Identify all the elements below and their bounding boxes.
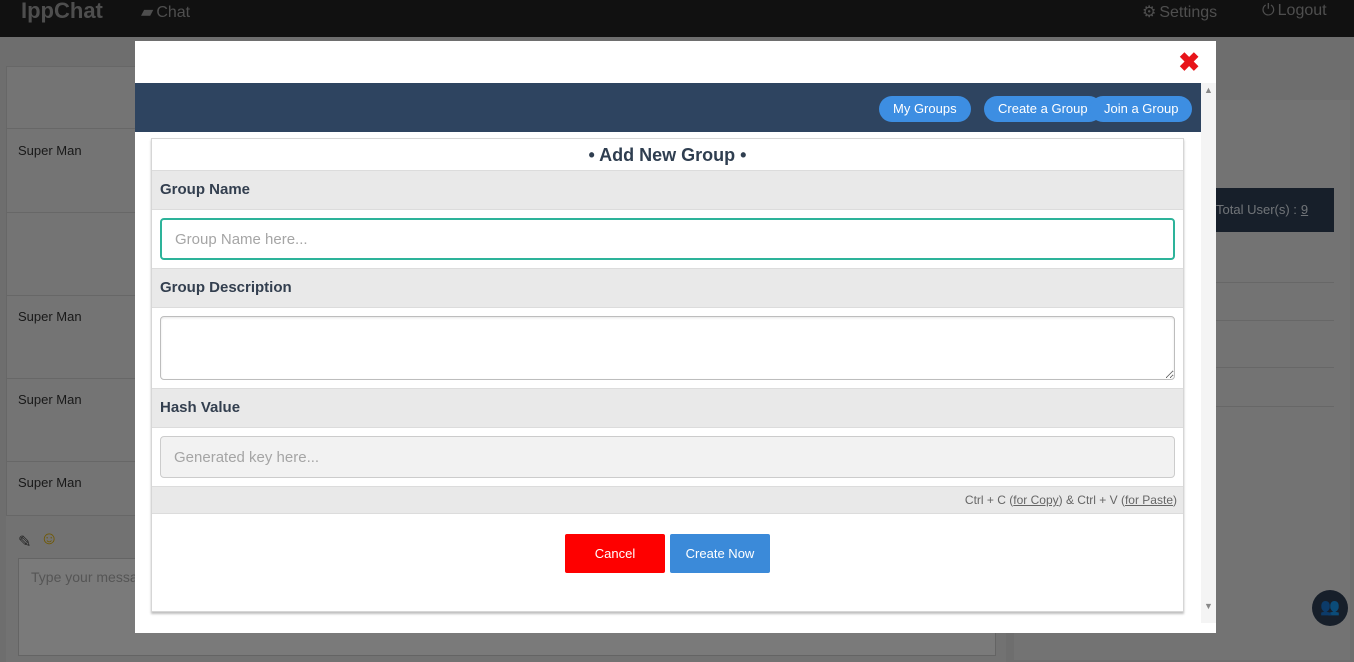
create-now-button[interactable]: Create Now <box>670 534 770 573</box>
scroll-up-icon[interactable]: ▲ <box>1204 85 1213 95</box>
tab-my-groups[interactable]: My Groups <box>879 96 971 122</box>
group-tabs-bar: My Groups Create a Group Join a Group <box>135 83 1201 132</box>
modal-scrollbar[interactable]: ▲ ▼ <box>1201 83 1216 623</box>
hash-value-input[interactable] <box>160 436 1175 478</box>
hash-value-label: Hash Value <box>152 388 1183 428</box>
group-name-input[interactable] <box>160 218 1175 260</box>
hint-suffix: ) <box>1173 493 1177 507</box>
hint-copy-prefix: Ctrl + C ( <box>964 493 1014 507</box>
create-group-modal: ✖ My Groups Create a Group Join a Group … <box>135 41 1216 633</box>
group-description-label: Group Description <box>152 268 1183 308</box>
copy-paste-hint: Ctrl + C (for Copy) & Ctrl + V (for Past… <box>152 486 1183 514</box>
group-name-label: Group Name <box>152 170 1183 210</box>
hint-paste-link: for Paste <box>1124 493 1173 507</box>
add-group-form: • Add New Group • Group Name Group Descr… <box>151 138 1184 612</box>
scroll-down-icon[interactable]: ▼ <box>1204 601 1213 611</box>
hint-middle: ) & Ctrl + V ( <box>1058 493 1125 507</box>
tab-create-group[interactable]: Create a Group <box>984 96 1102 122</box>
close-icon[interactable]: ✖ <box>1178 49 1200 75</box>
group-description-textarea[interactable] <box>160 316 1175 380</box>
hint-copy-link: for Copy <box>1013 493 1059 507</box>
tab-join-group[interactable]: Join a Group <box>1090 96 1193 122</box>
form-title: • Add New Group • <box>588 145 747 165</box>
cancel-button[interactable]: Cancel <box>565 534 665 573</box>
